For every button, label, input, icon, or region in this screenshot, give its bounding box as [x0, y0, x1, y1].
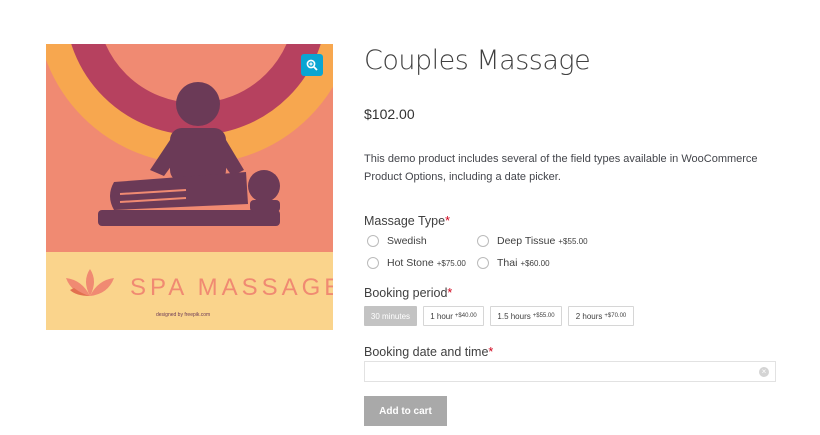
period-label: 2 hours: [575, 311, 603, 321]
option-label: Thai: [497, 257, 518, 269]
option-price: +$60.00: [520, 258, 550, 268]
add-to-cart-button[interactable]: Add to cart: [364, 396, 447, 426]
period-1-hour-button[interactable]: 1 hour +$40.00: [423, 306, 484, 326]
spa-massage-illustration: SPA MASSAGE designed by freepik.com: [46, 44, 333, 330]
option-price: +$55.00: [558, 236, 588, 246]
period-1-5-hours-button[interactable]: 1.5 hours +$55.00: [490, 306, 562, 326]
massage-type-label-text: Massage Type: [364, 214, 446, 228]
product-price: $102.00: [364, 106, 415, 122]
period-2-hours-button[interactable]: 2 hours +$70.00: [568, 306, 634, 326]
period-label: 1.5 hours: [497, 311, 531, 321]
credit-text: designed by freepik.com: [156, 312, 210, 318]
product-description: This demo product includes several of th…: [364, 153, 758, 183]
booking-period-label: Booking period*: [364, 286, 452, 300]
radio-thai[interactable]: Thai +$60.00: [477, 257, 550, 269]
booking-date-label-text: Booking date and time: [364, 345, 489, 359]
zoom-button[interactable]: [301, 54, 323, 76]
radio-circle[interactable]: [367, 257, 379, 269]
booking-date-label: Booking date and time*: [364, 345, 493, 359]
period-label: 1 hour: [430, 311, 453, 321]
required-mark: *: [445, 214, 450, 228]
radio-circle[interactable]: [477, 235, 489, 247]
period-label: 30 minutes: [370, 311, 411, 321]
period-30-minutes-button[interactable]: 30 minutes: [364, 306, 417, 326]
radio-hot-stone[interactable]: Hot Stone +$75.00: [367, 257, 466, 269]
option-price: +$75.00: [436, 258, 466, 268]
banner-text: SPA MASSAGE: [130, 274, 333, 301]
massage-type-label: Massage Type*: [364, 214, 450, 228]
product-title: Couples Massage: [364, 45, 591, 76]
product-image[interactable]: SPA MASSAGE designed by freepik.com: [46, 44, 333, 330]
option-label: Deep Tissue: [497, 235, 556, 247]
radio-circle[interactable]: [477, 257, 489, 269]
option-label: Swedish: [387, 235, 427, 247]
period-price: +$70.00: [604, 313, 627, 319]
booking-date-input[interactable]: ×: [364, 361, 776, 382]
clear-icon[interactable]: ×: [759, 367, 769, 377]
radio-swedish[interactable]: Swedish: [367, 235, 427, 247]
required-mark: *: [447, 286, 453, 300]
period-price: +$40.00: [454, 313, 477, 319]
period-price: +$55.00: [532, 313, 555, 319]
required-mark: *: [488, 345, 494, 359]
booking-period-label-text: Booking period: [364, 286, 448, 300]
zoom-in-icon: [306, 59, 318, 71]
radio-circle[interactable]: [367, 235, 379, 247]
radio-deep-tissue[interactable]: Deep Tissue +$55.00: [477, 235, 588, 247]
option-label: Hot Stone: [387, 257, 434, 269]
